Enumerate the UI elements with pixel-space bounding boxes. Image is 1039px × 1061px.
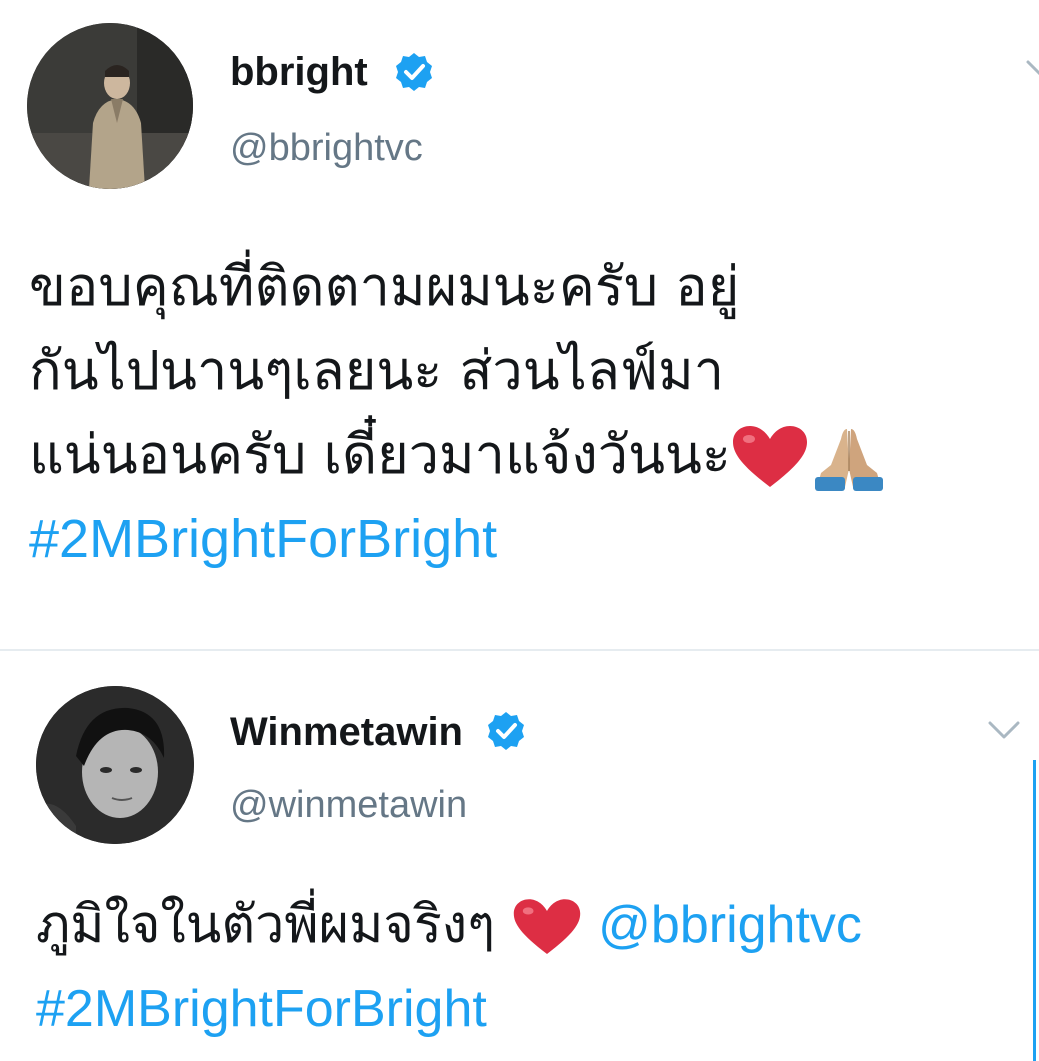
tweet-text: ภูมิใจในตัวพี่ผมจริงๆ @bbrightvc #2MBrig… — [36, 883, 1036, 1051]
tweet-text-line: กันไปนานๆเลยนะ ส่วนไลฟ์มา — [29, 339, 725, 402]
tweet-text-line: ภูมิใจในตัวพี่ผมจริงๆ @bbrightvc — [36, 883, 1036, 967]
display-name[interactable]: bbright — [230, 48, 368, 96]
hashtag-link[interactable]: #2MBrightForBright — [36, 967, 1036, 1051]
display-name[interactable]: Winmetawin — [230, 708, 463, 756]
verified-badge-icon — [396, 53, 432, 91]
mention-link[interactable]: @bbrightvc — [598, 896, 862, 954]
tweet-text: ขอบคุณที่ติดตามผมนะครับ อยู่ กันไปนานๆเล… — [29, 245, 1039, 581]
tweet-text-line: ขอบคุณที่ติดตามผมนะครับ อยู่ — [29, 255, 740, 318]
tweet-text-segment: ภูมิใจในตัวพี่ผมจริงๆ — [36, 895, 496, 955]
tweet-card[interactable]: bbright @bbrightvc ขอบคุณที่ติดตามผมนะคร… — [0, 0, 1039, 650]
avatar[interactable] — [36, 686, 194, 844]
chevron-down-icon[interactable] — [986, 719, 1022, 741]
tweet-text-segment: แน่นอนครับ เดี๋ยวมาแจ้งวันนะ — [29, 423, 731, 486]
user-handle[interactable]: @winmetawin — [230, 782, 467, 828]
red-heart-icon — [732, 426, 807, 488]
hashtag-link[interactable]: #2MBrightForBright — [29, 497, 1039, 581]
folded-hands-icon — [814, 429, 883, 492]
tweet-text-line: แน่นอนครับ เดี๋ยวมาแจ้งวันนะ — [29, 413, 1039, 497]
red-heart-icon — [513, 899, 580, 955]
verified-badge-icon — [488, 712, 524, 750]
user-handle[interactable]: @bbrightvc — [230, 125, 423, 171]
avatar[interactable] — [27, 23, 193, 189]
chevron-down-icon[interactable] — [1024, 58, 1039, 80]
